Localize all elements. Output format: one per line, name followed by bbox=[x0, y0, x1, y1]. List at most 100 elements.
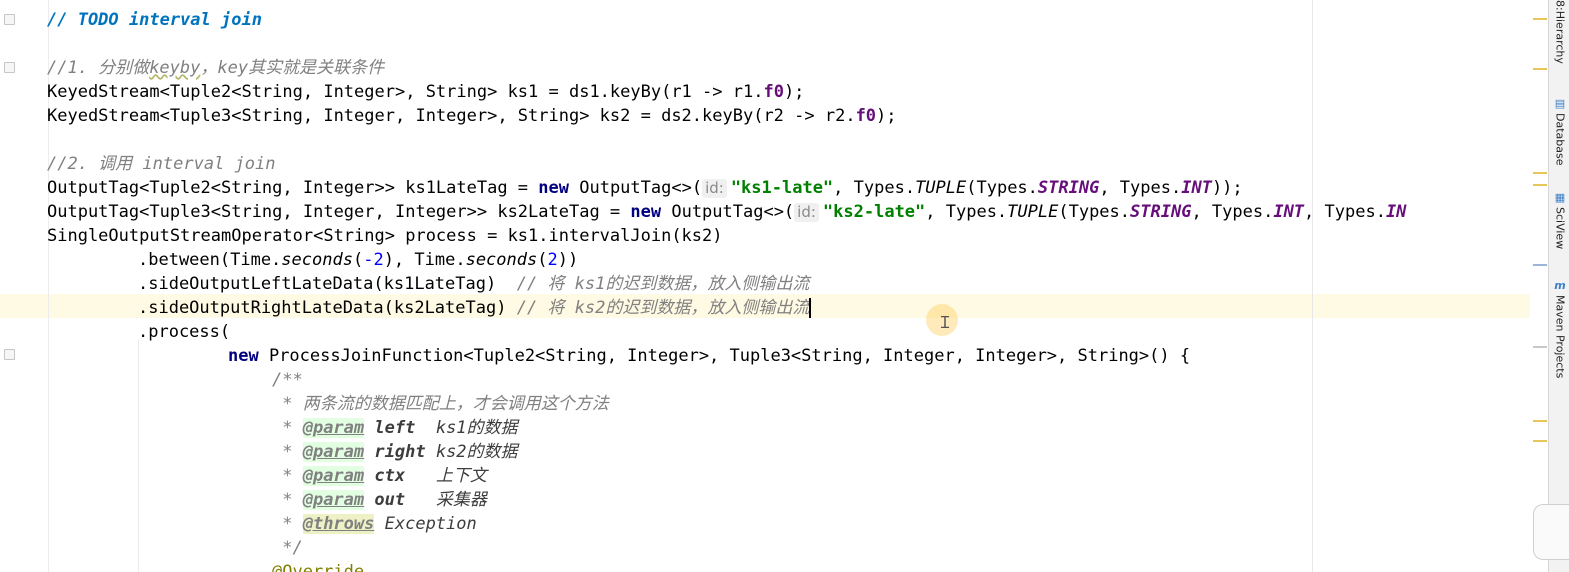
parameter-hint: id: bbox=[794, 203, 819, 222]
doc-param-name: left bbox=[374, 418, 416, 438]
doc-comment: * bbox=[272, 466, 303, 486]
code-line[interactable]: /** bbox=[272, 368, 303, 392]
code-line[interactable]: * @param left ks1的数据 bbox=[272, 416, 518, 440]
stripe-marker[interactable] bbox=[1533, 346, 1547, 348]
doc-tag: @param bbox=[302, 466, 365, 486]
stripe-marker[interactable] bbox=[1533, 18, 1547, 20]
stripe-marker[interactable] bbox=[1533, 264, 1547, 266]
maven-icon: m bbox=[1554, 279, 1566, 292]
static-method: TUPLE bbox=[1007, 202, 1059, 222]
stripe-marker[interactable] bbox=[1533, 172, 1547, 174]
code-line[interactable]: KeyedStream<Tuple3<String, Integer, Inte… bbox=[47, 104, 897, 128]
doc-param-name: right bbox=[374, 442, 426, 462]
code-editor[interactable]: // TODO interval join //1. 分别做keyby，key其… bbox=[0, 0, 1548, 572]
code-line[interactable]: @Override bbox=[272, 560, 364, 572]
database-icon: ▤ bbox=[1554, 97, 1566, 110]
doc-param-desc: ks1的数据 bbox=[435, 418, 518, 438]
comment: // 将 ks2的迟到数据，放入侧输出流 bbox=[516, 298, 810, 318]
fold-marker[interactable] bbox=[4, 62, 15, 73]
string-literal: "ks2-late" bbox=[822, 202, 926, 222]
database-tool-button[interactable]: ▤ Database bbox=[1550, 98, 1569, 166]
doc-comment: */ bbox=[272, 538, 303, 558]
code-line[interactable]: //2. 调用 interval join bbox=[47, 152, 275, 176]
code-line[interactable]: //1. 分别做keyby，key其实就是关联条件 bbox=[47, 56, 384, 80]
database-label: Database bbox=[1553, 113, 1567, 166]
code-line[interactable]: */ bbox=[272, 536, 303, 560]
code-text: , Types. bbox=[1099, 178, 1182, 198]
doc-comment: * bbox=[272, 418, 303, 438]
stripe-marker[interactable] bbox=[1533, 68, 1547, 70]
sciview-tool-button[interactable]: ▦ SciView bbox=[1550, 191, 1569, 250]
keyword: new bbox=[228, 346, 259, 366]
floating-panel-button[interactable] bbox=[1533, 504, 1569, 560]
code-line[interactable]: SingleOutputStreamOperator<String> proce… bbox=[47, 224, 723, 248]
code-text: ), Time. bbox=[383, 250, 466, 270]
code-line[interactable]: * @param right ks2的数据 bbox=[272, 440, 518, 464]
code-text: , Types. bbox=[1191, 202, 1274, 222]
static-method: seconds bbox=[281, 250, 353, 270]
code-line[interactable]: OutputTag<Tuple3<String, Integer, Intege… bbox=[47, 200, 1406, 224]
comment: // 将 ks1的迟到数据，放入侧输出流 bbox=[516, 274, 810, 294]
indent-guide bbox=[138, 340, 139, 572]
stripe-marker[interactable] bbox=[1533, 440, 1547, 442]
code-text: KeyedStream<Tuple3<String, Integer, Inte… bbox=[47, 106, 856, 126]
static-field: INT bbox=[1181, 178, 1212, 198]
error-stripe[interactable] bbox=[1530, 0, 1548, 572]
code-text: .sideOutputRightLateData(ks2LateTag) bbox=[138, 298, 507, 318]
sciview-label: SciView bbox=[1553, 207, 1567, 250]
doc-tag: @param bbox=[302, 490, 365, 510]
doc-comment: * bbox=[272, 442, 303, 462]
keyword: new bbox=[630, 202, 662, 222]
doc-exception: Exception bbox=[384, 514, 477, 534]
field-ref: f0 bbox=[763, 82, 784, 102]
static-field: STRING bbox=[1130, 202, 1192, 222]
stripe-marker[interactable] bbox=[1533, 420, 1547, 422]
code-line[interactable]: .process( bbox=[138, 320, 230, 344]
doc-param-desc: ks2的数据 bbox=[435, 442, 518, 462]
code-text: , Types. bbox=[833, 178, 916, 198]
string-literal: "ks1-late" bbox=[730, 178, 834, 198]
hierarchy-label: 8:Hierarchy bbox=[1553, 0, 1567, 64]
code-line[interactable]: .between(Time.seconds(-2), Time.seconds(… bbox=[138, 248, 578, 272]
code-line[interactable]: OutputTag<Tuple2<String, Integer>> ks1La… bbox=[47, 176, 1243, 200]
field-ref: f0 bbox=[855, 106, 877, 126]
code-text: KeyedStream<Tuple2<String, Integer>, Str… bbox=[47, 82, 764, 102]
code-text: , Types. bbox=[925, 202, 1008, 222]
maven-tool-button[interactable]: m Maven Projects bbox=[1550, 279, 1569, 379]
doc-tag: @throws bbox=[302, 514, 375, 534]
code-text: .between(Time. bbox=[138, 250, 282, 270]
code-line[interactable]: * @throws Exception bbox=[272, 512, 477, 536]
comment: //1. 分别做 bbox=[47, 58, 150, 78]
code-line[interactable]: KeyedStream<Tuple2<String, Integer>, Str… bbox=[47, 80, 804, 104]
code-line[interactable]: .sideOutputLeftLateData(ks1LateTag) // 将… bbox=[138, 272, 809, 296]
code-line[interactable]: * @param out 采集器 bbox=[272, 488, 487, 512]
code-text: ); bbox=[783, 82, 805, 102]
maven-label: Maven Projects bbox=[1553, 295, 1567, 379]
static-field: STRING bbox=[1037, 178, 1100, 198]
code-line[interactable]: .sideOutputRightLateData(ks2LateTag) // … bbox=[138, 296, 812, 320]
annotation: @Override bbox=[272, 562, 365, 572]
code-text: OutputTag<Tuple3<String, Integer, Intege… bbox=[47, 202, 631, 222]
code-line[interactable]: // TODO interval join bbox=[47, 8, 262, 32]
doc-tag: @param bbox=[302, 442, 365, 462]
hierarchy-tool-button[interactable]: 8:Hierarchy bbox=[1550, 0, 1569, 64]
code-line[interactable]: * @param ctx 上下文 bbox=[272, 464, 487, 488]
static-method: TUPLE bbox=[915, 178, 967, 198]
code-text: OutputTag<>( bbox=[569, 178, 703, 198]
doc-comment: * bbox=[272, 490, 303, 510]
code-text: ProcessJoinFunction<Tuple2<String, Integ… bbox=[258, 346, 1191, 366]
code-text: )) bbox=[557, 250, 579, 270]
comment: ，key其实就是关联条件 bbox=[200, 58, 385, 78]
code-text: (Types. bbox=[1058, 202, 1131, 222]
fold-marker[interactable] bbox=[4, 349, 15, 360]
doc-tag: @param bbox=[302, 418, 365, 438]
code-line[interactable]: * 两条流的数据匹配上，才会调用这个方法 bbox=[272, 392, 608, 416]
code-line[interactable]: new ProcessJoinFunction<Tuple2<String, I… bbox=[228, 344, 1190, 368]
sciview-icon: ▦ bbox=[1554, 191, 1566, 204]
code-text: .sideOutputLeftLateData(ks1LateTag) bbox=[138, 274, 497, 294]
tool-window-bar: 8:Hierarchy ▤ Database ▦ SciView m Maven… bbox=[1548, 0, 1569, 572]
stripe-marker[interactable] bbox=[1533, 184, 1547, 186]
number-literal: -2 bbox=[363, 250, 384, 270]
static-field: INT bbox=[1273, 202, 1305, 222]
fold-marker[interactable] bbox=[4, 14, 15, 25]
